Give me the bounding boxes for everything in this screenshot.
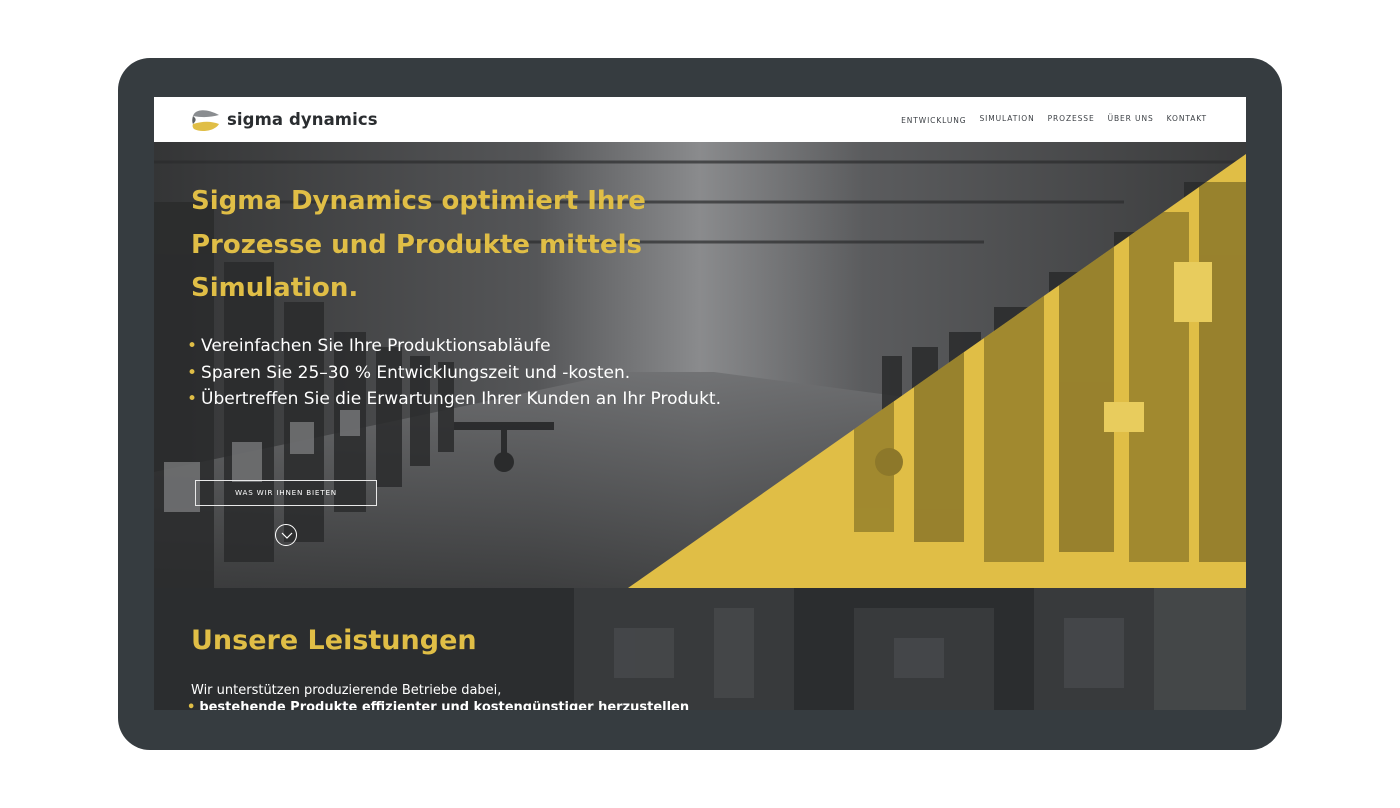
services-intro: Wir unterstützen produzierende Betriebe … bbox=[191, 683, 502, 698]
list-item: • Sparen Sie 25–30 % Entwicklungszeit und… bbox=[187, 362, 631, 383]
what-we-offer-button[interactable]: WAS WIR IHNEN BIETEN bbox=[195, 480, 377, 506]
sigma-logo-icon bbox=[192, 110, 219, 132]
nav-item-simulation[interactable]: SIMULATION bbox=[979, 114, 1034, 126]
hero-title: Sigma Dynamics optimiert Ihre Prozesse u… bbox=[191, 186, 646, 303]
services-section: Unsere Leistungen Wir unterstützen produ… bbox=[154, 588, 1246, 710]
hero-section: Sigma Dynamics optimiert Ihre Prozesse u… bbox=[154, 142, 1246, 588]
services-title: Unsere Leistungen bbox=[191, 625, 477, 656]
list-item: • Übertreffen Sie die Erwartungen Ihrer K… bbox=[187, 389, 722, 409]
bullet-marker: • bbox=[187, 389, 198, 409]
nav-item-kontakt[interactable]: KONTAKT bbox=[1167, 114, 1207, 126]
bullet-marker: • bbox=[187, 700, 196, 710]
bullet-marker: • bbox=[187, 362, 198, 383]
site-header: sigma dynamics ENTWICKLUNG SIMULATION PR… bbox=[154, 97, 1246, 142]
main-nav: ENTWICKLUNG SIMULATION PROZESSE ÜBER UNS… bbox=[901, 114, 1207, 126]
list-item: • Vereinfachen Sie Ihre Produktionsabläuf… bbox=[187, 336, 551, 356]
nav-item-entwicklung[interactable]: ENTWICKLUNG bbox=[901, 116, 966, 126]
bullet-marker: • bbox=[187, 336, 198, 356]
hero-benefit-list: • Vereinfachen Sie Ihre Produktionsabläuf… bbox=[187, 333, 721, 413]
chevron-down-icon bbox=[281, 532, 293, 539]
scroll-down-button[interactable] bbox=[275, 524, 297, 546]
list-item: • bestehende Produkte effizienter und kos… bbox=[187, 699, 689, 710]
nav-item-ueber-uns[interactable]: ÜBER UNS bbox=[1108, 114, 1154, 126]
logo[interactable]: sigma dynamics bbox=[191, 106, 378, 134]
website-viewport: sigma dynamics ENTWICKLUNG SIMULATION PR… bbox=[154, 97, 1246, 710]
brand-name: sigma dynamics bbox=[227, 109, 378, 129]
nav-item-prozesse[interactable]: PROZESSE bbox=[1048, 114, 1095, 126]
